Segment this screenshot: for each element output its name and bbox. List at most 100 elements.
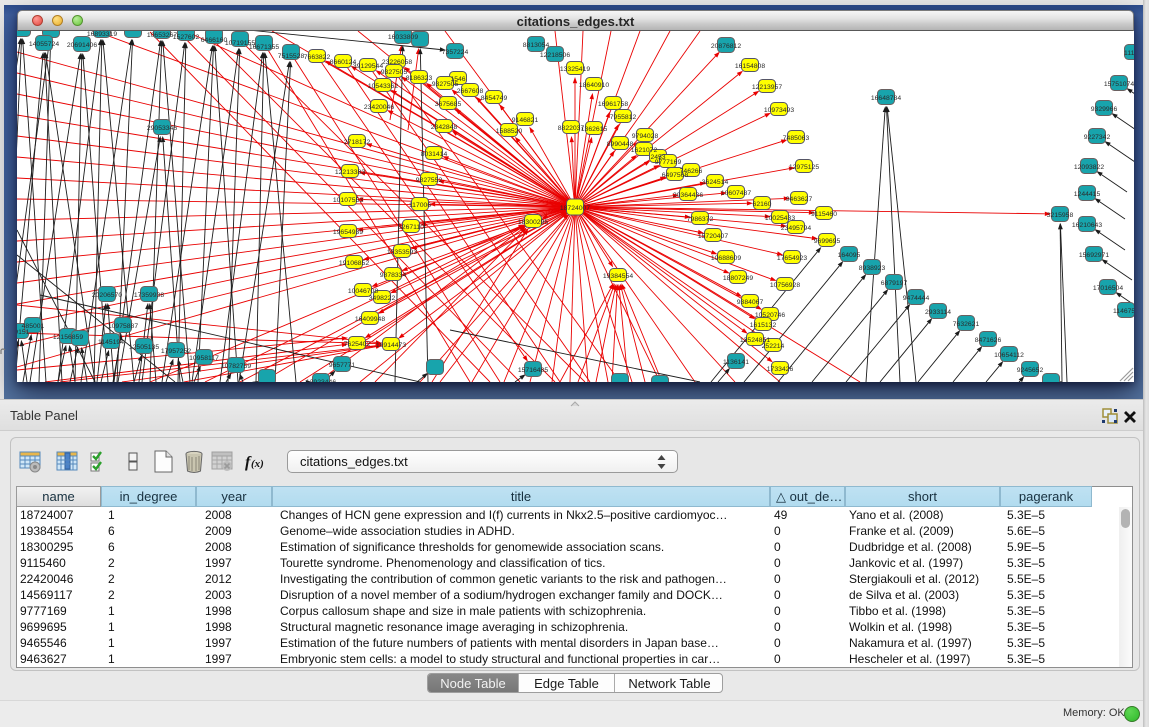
svg-text:10958117: 10958117 <box>189 355 219 362</box>
svg-text:1733426: 1733426 <box>767 366 794 373</box>
svg-text:16409948: 16409948 <box>355 316 385 323</box>
svg-text:3624514: 3624514 <box>702 179 729 186</box>
svg-text:16961758: 16961758 <box>598 101 628 108</box>
svg-text:12213383: 12213383 <box>335 169 365 176</box>
svg-text:23420046: 23420046 <box>364 104 394 111</box>
svg-text:9657771: 9657771 <box>329 362 356 369</box>
svg-text:15716485: 15716485 <box>518 367 548 374</box>
svg-text:19106852: 19106852 <box>339 260 369 267</box>
svg-text:10520746: 10520746 <box>755 312 785 319</box>
svg-text:18807249: 18807249 <box>723 275 753 282</box>
svg-text:16154808: 16154808 <box>735 63 765 70</box>
svg-text:8990448: 8990448 <box>607 141 634 148</box>
svg-text:15720407: 15720407 <box>698 233 728 240</box>
svg-text:10543362: 10543362 <box>368 83 398 90</box>
svg-text:20876812: 20876812 <box>711 43 741 50</box>
svg-text:9227342: 9227342 <box>1084 134 1111 141</box>
svg-text:9327505: 9327505 <box>381 69 408 76</box>
svg-text:23495794: 23495794 <box>781 225 811 232</box>
svg-text:12923446: 12923446 <box>306 379 336 382</box>
svg-text:8186323: 8186323 <box>406 75 433 82</box>
svg-text:7625402: 7625402 <box>344 341 371 348</box>
svg-text:15692971: 15692971 <box>1079 252 1109 259</box>
svg-text:1615132: 1615132 <box>750 322 777 329</box>
svg-text:8471626: 8471626 <box>975 337 1002 344</box>
svg-text:164095: 164095 <box>838 252 861 259</box>
svg-text:10654112: 10654112 <box>994 352 1024 359</box>
svg-text:2342848: 2342848 <box>431 124 458 131</box>
svg-text:1136141: 1136141 <box>723 359 749 366</box>
svg-text:7357224: 7357224 <box>442 49 469 56</box>
svg-text:9115460: 9115460 <box>811 211 837 218</box>
svg-text:12156859: 12156859 <box>53 334 83 341</box>
svg-text:16671355: 16671355 <box>249 44 279 51</box>
svg-text:746266: 746266 <box>680 168 703 175</box>
svg-text:485001: 485001 <box>22 323 45 330</box>
svg-text:20691406: 20691406 <box>67 42 97 49</box>
svg-text:1362615: 1362615 <box>581 126 608 133</box>
svg-text:17654923: 17654923 <box>777 255 807 262</box>
svg-text:8454749: 8454749 <box>481 95 508 102</box>
svg-text:10107553: 10107553 <box>333 197 363 204</box>
svg-text:9699695: 9699695 <box>814 238 841 245</box>
svg-text:12213957: 12213957 <box>752 84 782 91</box>
svg-text:9327505: 9327505 <box>432 81 459 88</box>
svg-text:12505135: 12505135 <box>129 344 159 351</box>
svg-text:9146821: 9146821 <box>512 117 539 124</box>
svg-text:252214: 252214 <box>762 343 785 350</box>
svg-text:9384067: 9384067 <box>737 299 764 306</box>
svg-text:17957252: 17957252 <box>161 348 191 355</box>
svg-text:9329966: 9329966 <box>1091 106 1118 113</box>
svg-text:7485063: 7485063 <box>783 135 810 142</box>
svg-text:12975125: 12975125 <box>789 164 819 171</box>
svg-text:10688609: 10688609 <box>711 255 741 262</box>
svg-text:9245652: 9245652 <box>1017 367 1044 374</box>
svg-text:3498222: 3498222 <box>369 295 396 302</box>
svg-text:10607487: 10607487 <box>721 190 751 197</box>
svg-text:1588520: 1588520 <box>496 128 523 135</box>
svg-text:3675685: 3675685 <box>435 101 462 108</box>
svg-text:117006: 117006 <box>409 202 431 209</box>
svg-text:15751074: 15751074 <box>1104 81 1134 88</box>
svg-text:10025433: 10025433 <box>765 215 795 222</box>
svg-text:6879197: 6879197 <box>881 280 908 287</box>
svg-text:8813054: 8813054 <box>523 42 550 49</box>
svg-text:2667608: 2667608 <box>457 88 484 95</box>
svg-text:17359938: 17359938 <box>134 292 164 299</box>
svg-text:9777169: 9777169 <box>655 159 682 166</box>
svg-text:16914473: 16914473 <box>376 342 406 349</box>
svg-text:18724007: 18724007 <box>560 205 590 212</box>
svg-text:10975887: 10975887 <box>108 323 138 330</box>
svg-text:19384554: 19384554 <box>603 273 633 280</box>
svg-text:7955812: 7955812 <box>610 114 637 121</box>
svg-text:16210643: 16210643 <box>1072 222 1102 229</box>
svg-text:15353593: 15353593 <box>387 249 417 256</box>
svg-text:1146753: 1146753 <box>1113 308 1134 315</box>
svg-text:1244415: 1244415 <box>1074 191 1101 198</box>
svg-text:10782759: 10782759 <box>221 363 251 370</box>
svg-text:20206570: 20206570 <box>92 292 122 299</box>
svg-text:7632621: 7632621 <box>953 321 980 328</box>
svg-text:62160: 62160 <box>753 201 772 208</box>
svg-text:(x): (x) <box>251 458 264 470</box>
svg-text:9878334: 9878334 <box>380 272 407 279</box>
svg-text:39151: 39151 <box>17 329 30 336</box>
svg-text:7986372: 7986372 <box>687 216 714 223</box>
svg-text:16893319: 16893319 <box>87 31 117 38</box>
svg-text:3215958: 3215958 <box>1047 212 1074 219</box>
svg-text:29053346: 29053346 <box>147 125 177 132</box>
svg-text:19654939: 19654939 <box>333 229 363 236</box>
svg-text:8031414: 8031414 <box>421 151 448 158</box>
svg-text:12093822: 12093822 <box>1074 164 1104 171</box>
svg-text:9827552: 9827552 <box>416 177 443 184</box>
svg-text:10756928: 10756928 <box>770 282 800 289</box>
svg-text:39129544: 39129544 <box>353 63 383 70</box>
svg-text:23226058: 23226058 <box>382 59 412 66</box>
svg-text:7663822: 7663822 <box>304 54 331 61</box>
svg-text:16033809: 16033809 <box>388 34 418 41</box>
svg-text:10973493: 10973493 <box>764 107 794 114</box>
svg-text:2718172: 2718172 <box>344 139 371 146</box>
svg-text:18300295: 18300295 <box>518 219 548 226</box>
svg-text:9474444: 9474444 <box>903 295 930 302</box>
svg-text:18640910: 18640910 <box>579 82 609 89</box>
